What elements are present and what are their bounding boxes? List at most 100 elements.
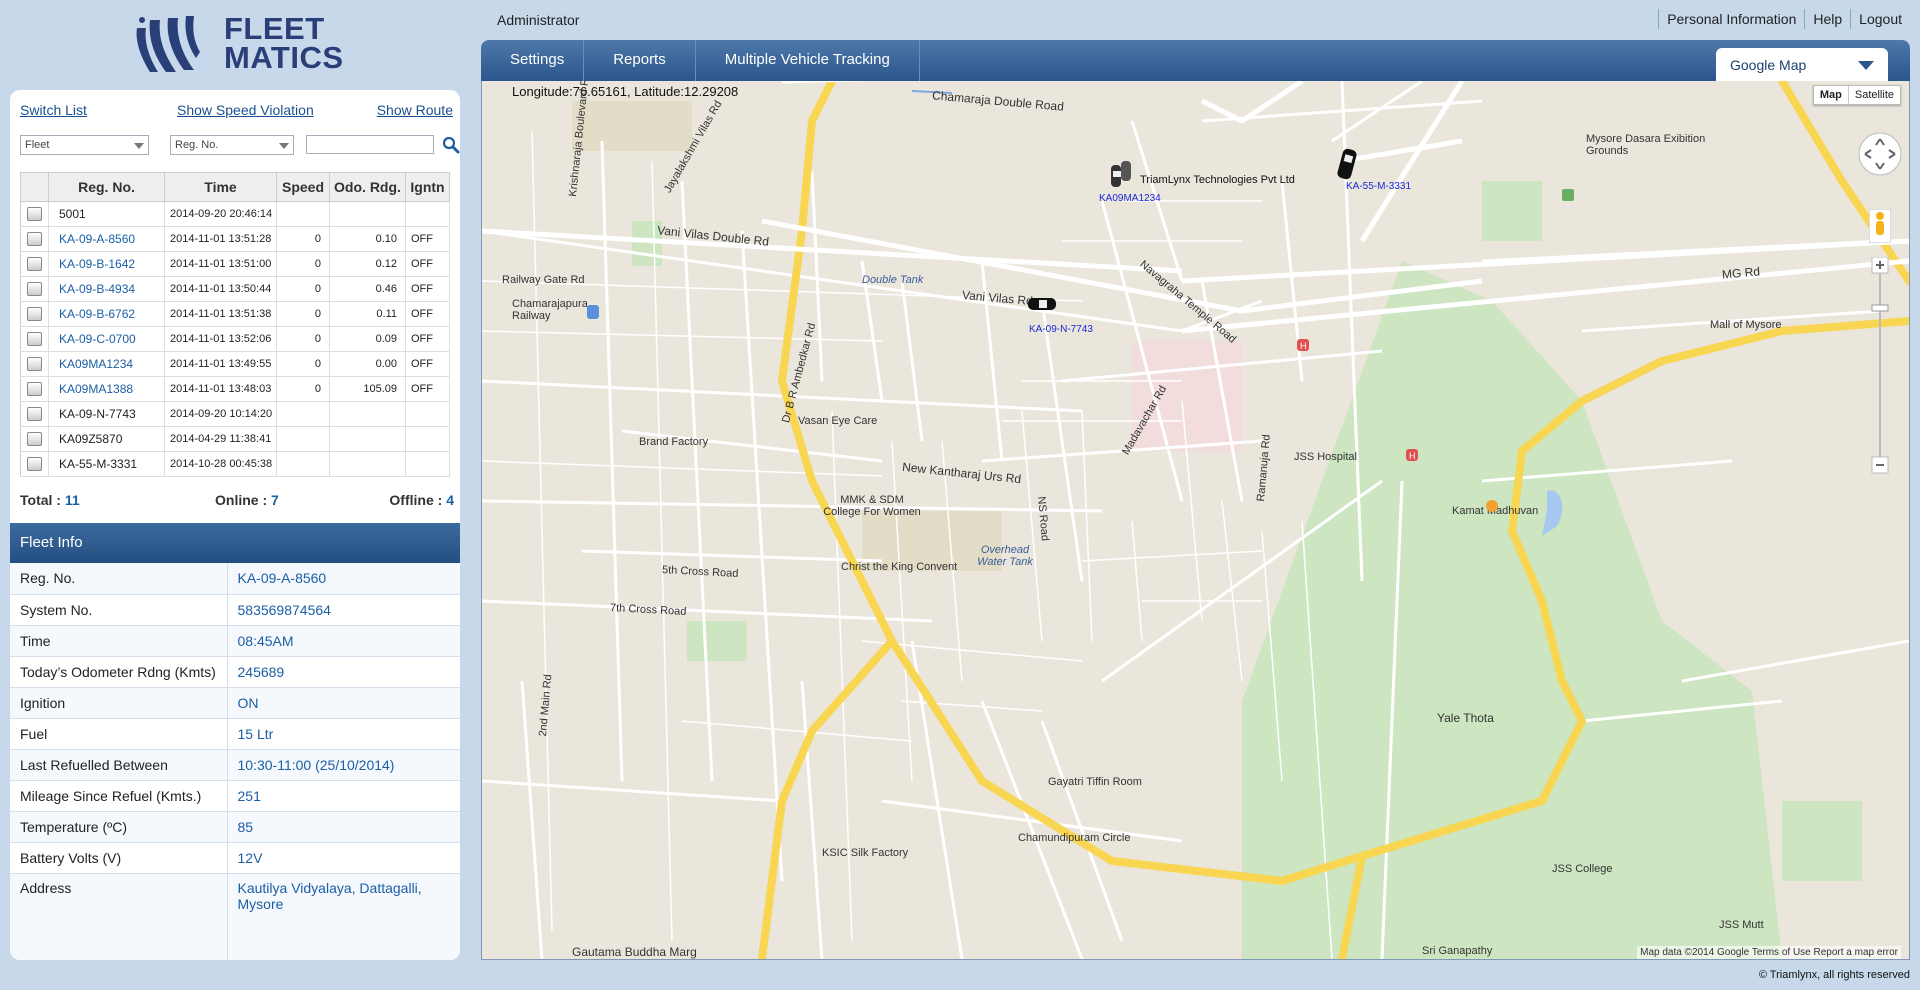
brand-line2: MATICS	[224, 40, 344, 75]
fleet-info-value: 251	[227, 780, 460, 812]
map-label: KSIC Silk Factory	[822, 847, 909, 859]
row-reg-no[interactable]: KA-09-B-4934	[48, 276, 165, 302]
zoom-slider-icon[interactable]	[1869, 257, 1891, 477]
map-label: JSS Hospital	[1294, 451, 1357, 463]
fleet-info-key: Temperature (ºC)	[10, 811, 228, 843]
show-route-link[interactable]: Show Route	[377, 102, 453, 118]
fleet-info-key: Fuel	[10, 718, 228, 750]
row-reg-no[interactable]: KA-09-C-0700	[48, 326, 165, 352]
vehicle-marker-icon[interactable]	[1027, 296, 1057, 312]
row-checkbox[interactable]	[27, 432, 42, 446]
row-odo: 0.46	[329, 276, 406, 302]
fleet-info-row: Battery Volts (V) 12V	[10, 842, 460, 874]
reg-no-select[interactable]: Reg. No.	[170, 135, 294, 155]
table-row[interactable]: KA-09-B-6762 2014-11-01 13:51:38 0 0.11 OFF	[20, 301, 450, 327]
fleet-info-row: Address Kautilya Vidyalaya, Dattagalli, M…	[10, 873, 460, 960]
map-type-satellite-button[interactable]: Satellite	[1849, 86, 1900, 104]
row-time: 2014-11-01 13:51:38	[164, 301, 277, 327]
chevron-down-icon	[1858, 61, 1874, 70]
total-count-value: 11	[64, 492, 80, 508]
search-input[interactable]	[306, 135, 434, 154]
map-tiles[interactable]	[482, 81, 1909, 959]
online-count-label: Online :	[215, 492, 268, 508]
tab-reports[interactable]: Reports	[584, 40, 696, 81]
row-reg-no[interactable]: KA-09-B-6762	[48, 301, 165, 327]
fleet-info-row: Today’s Odometer Rdng (Kmts) 245689	[10, 656, 460, 688]
park-icon	[1562, 189, 1574, 201]
row-time: 2014-11-01 13:51:28	[164, 226, 277, 252]
row-reg-no[interactable]: KA-09-A-8560	[48, 226, 165, 252]
fleet-select[interactable]: Fleet	[20, 135, 149, 155]
pan-control-icon[interactable]	[1857, 131, 1903, 177]
vehicle-cluster-icon[interactable]	[1107, 159, 1141, 193]
map-label: Overhead Water Tank	[977, 544, 1033, 568]
row-reg-no: KA-55-M-3331	[48, 451, 165, 477]
row-checkbox[interactable]	[27, 282, 42, 296]
row-checkbox[interactable]	[27, 457, 42, 471]
row-odo	[329, 201, 406, 227]
vehicle-label: KA-09-N-7743	[1029, 324, 1093, 335]
map-canvas[interactable]: Longitude:76.65161, Latitude:12.29208 Ma…	[481, 81, 1910, 960]
row-checkbox[interactable]	[27, 232, 42, 246]
table-row[interactable]: KA-09-B-1642 2014-11-01 13:51:00 0 0.12 OFF	[20, 251, 450, 277]
row-checkbox[interactable]	[27, 257, 42, 271]
row-odo: 0.00	[329, 351, 406, 377]
row-reg-no[interactable]: KA09MA1388	[48, 376, 165, 402]
map-label: Yale Thota	[1437, 711, 1494, 725]
fleet-info-row: Time 08:45AM	[10, 625, 460, 657]
fleet-info-value: 12V	[227, 842, 460, 874]
map-label: Brand Factory	[639, 436, 709, 448]
row-reg-no[interactable]: KA-09-B-1642	[48, 251, 165, 277]
help-link[interactable]: Help	[1804, 9, 1850, 29]
fleet-info-value: ON	[227, 687, 460, 719]
fleet-info-key: System No.	[10, 594, 228, 626]
map-type-map-button[interactable]: Map	[1814, 86, 1849, 104]
row-checkbox[interactable]	[27, 382, 42, 396]
table-row[interactable]: KA-09-B-4934 2014-11-01 13:50:44 0 0.46 OFF	[20, 276, 450, 302]
switch-list-link[interactable]: Switch List	[20, 102, 87, 118]
street-view-pegman-icon[interactable]	[1869, 209, 1891, 243]
fleet-info-key: Address	[10, 873, 228, 960]
vehicle-label: KA-55-M-3331	[1346, 181, 1412, 192]
personal-info-link[interactable]: Personal Information	[1658, 9, 1804, 29]
fleet-info-header: Fleet Info	[10, 523, 460, 563]
fleet-info-key: Reg. No.	[10, 563, 228, 595]
table-row[interactable]: KA-09-N-7743 2014-09-20 10:14:20	[20, 401, 450, 427]
row-checkbox[interactable]	[27, 332, 42, 346]
row-ignition: OFF	[405, 251, 450, 277]
table-row[interactable]: KA09Z5870 2014-04-29 11:38:41	[20, 426, 450, 452]
row-odo: 0.11	[329, 301, 406, 327]
table-row[interactable]: 5001 2014-09-20 20:46:14	[20, 201, 450, 227]
show-speed-violation-link[interactable]: Show Speed Violation	[177, 102, 314, 118]
col-time: Time	[164, 172, 277, 202]
row-checkbox[interactable]	[27, 307, 42, 321]
row-speed	[276, 451, 330, 477]
search-icon[interactable]	[442, 136, 460, 154]
row-checkbox[interactable]	[27, 407, 42, 421]
fleet-info-key: Today’s Odometer Rdng (Kmts)	[10, 656, 228, 688]
table-row[interactable]: KA-55-M-3331 2014-10-28 00:45:38	[20, 451, 450, 477]
table-row[interactable]: KA09MA1388 2014-11-01 13:48:03 0 105.09 OFF	[20, 376, 450, 402]
table-row[interactable]: KA09MA1234 2014-11-01 13:49:55 0 0.00 OFF	[20, 351, 450, 377]
table-row[interactable]: KA-09-A-8560 2014-11-01 13:51:28 0 0.10 OFF	[20, 226, 450, 252]
row-ignition	[405, 451, 450, 477]
map-provider-select[interactable]: Google Map	[1716, 48, 1888, 81]
row-reg-no[interactable]: KA09MA1234	[48, 351, 165, 377]
row-odo: 105.09	[329, 376, 406, 402]
row-odo	[329, 401, 406, 427]
table-row[interactable]: KA-09-C-0700 2014-11-01 13:52:06 0 0.09 OFF	[20, 326, 450, 352]
logout-link[interactable]: Logout	[1850, 9, 1910, 29]
fleet-info-value: Kautilya Vidyalaya, Dattagalli, Mysore	[227, 873, 460, 960]
vehicle-table: Reg. No. Time Speed Odo. Rdg. Igntn 5001…	[20, 172, 450, 477]
row-checkbox[interactable]	[27, 207, 42, 221]
row-time: 2014-09-20 20:46:14	[164, 201, 277, 227]
tab-settings[interactable]: Settings	[481, 40, 585, 81]
map-label: Mysore Dasara Exibition Grounds	[1586, 133, 1706, 157]
row-checkbox-cell	[20, 401, 49, 427]
offline-count-value: 4	[446, 492, 454, 508]
vehicle-marker-icon[interactable]	[1337, 147, 1357, 181]
tab-multiple-vehicle-tracking[interactable]: Multiple Vehicle Tracking	[696, 40, 920, 81]
fleet-info-value: 10:30-11:00 (25/10/2014)	[227, 749, 460, 781]
row-checkbox[interactable]	[27, 357, 42, 371]
hospital-icon: H	[1406, 449, 1418, 461]
